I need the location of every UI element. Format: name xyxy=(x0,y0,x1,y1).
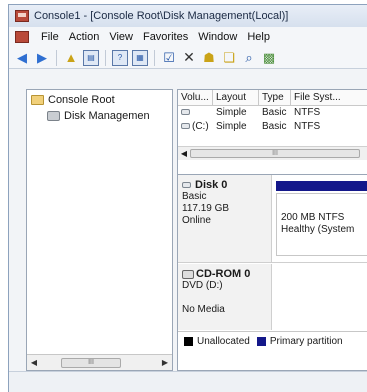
unallocated-swatch xyxy=(184,337,193,346)
legend-primary-partition: Primary partition xyxy=(269,336,343,347)
delete-icon[interactable]: ✕ xyxy=(181,49,197,66)
toolbar-separator xyxy=(105,49,106,66)
partition-system-reserved[interactable]: 200 MB NTFS Healthy (System xyxy=(272,175,367,262)
column-header-type[interactable]: Type xyxy=(259,90,291,105)
disk-name-label: CD-ROM 0 xyxy=(196,268,251,280)
column-header-file-system[interactable]: File Syst... xyxy=(291,90,367,105)
hard-disk-icon xyxy=(182,182,191,188)
cd-drive-icon xyxy=(182,269,194,279)
menu-action[interactable]: Action xyxy=(69,31,100,43)
column-header-volume[interactable]: Volu... xyxy=(178,90,213,105)
content-area: Console Root Disk Managemen ◀ III ▶ Volu… xyxy=(9,89,367,371)
tree-item-console-root[interactable]: Console Root xyxy=(31,92,172,108)
partition-status: Healthy (System xyxy=(281,224,355,235)
menu-file[interactable]: File xyxy=(41,31,59,43)
menu-window[interactable]: Window xyxy=(198,31,237,43)
search-icon[interactable]: ⌕ xyxy=(241,50,257,66)
menu-bar: File Action View Favorites Window Help xyxy=(9,27,367,47)
primary-partition-bar xyxy=(276,181,367,191)
menu-favorites[interactable]: Favorites xyxy=(143,31,188,43)
tree-item-disk-management[interactable]: Disk Managemen xyxy=(47,108,172,124)
partition-size-fs: 200 MB NTFS xyxy=(281,212,345,223)
cdrom-media-area xyxy=(272,264,367,330)
table-row[interactable]: (C:) Simple Basic NTFS xyxy=(178,120,367,134)
disk-management-icon xyxy=(47,111,60,121)
tree-item-label: Disk Managemen xyxy=(64,110,150,122)
disk-name-label: Disk 0 xyxy=(195,179,228,191)
rescan-disks-icon[interactable]: ▩ xyxy=(261,50,277,66)
help-icon[interactable]: ? xyxy=(112,49,128,66)
tree-horizontal-scrollbar[interactable]: ◀ III ▶ xyxy=(27,354,172,370)
properties-icon[interactable]: ▦ xyxy=(132,49,148,66)
scroll-grip: III xyxy=(88,359,94,366)
file-system-cell: NTFS xyxy=(294,107,321,118)
volume-name: (C:) xyxy=(192,121,209,132)
volume-list-horizontal-scrollbar[interactable]: ◀ III xyxy=(178,146,367,160)
scroll-thumb[interactable]: III xyxy=(190,149,360,158)
scroll-thumb[interactable]: III xyxy=(61,357,121,368)
title-bar[interactable]: Console1 - [Console Root\Disk Management… xyxy=(9,5,367,27)
toolbar: ◀ ▶ ▲ ▤ ? ▦ ☑ ✕ ☗ ❏ ⌕ ▩ xyxy=(9,47,367,69)
menu-help[interactable]: Help xyxy=(247,31,270,43)
disk-row-disk-0[interactable]: Disk 0 Basic 117.19 GB Online 200 MB NTF… xyxy=(178,175,367,263)
window-title: Console1 - [Console Root\Disk Management… xyxy=(34,10,289,22)
disk-status: No Media xyxy=(182,304,225,315)
up-folder-icon[interactable]: ▲ xyxy=(63,50,79,66)
table-row[interactable]: Simple Basic NTFS xyxy=(178,106,367,120)
toolbar-separator xyxy=(154,49,155,66)
disk-name: Disk 0 xyxy=(182,179,267,191)
console-tree: Console Root Disk Managemen ◀ III ▶ xyxy=(26,89,173,371)
open-folder-icon[interactable]: ❏ xyxy=(221,50,237,66)
column-header-layout[interactable]: Layout xyxy=(213,90,259,105)
disk-name: CD-ROM 0 xyxy=(182,268,267,280)
status-bar xyxy=(9,371,367,392)
console-menu-icon[interactable] xyxy=(15,31,29,43)
legend-unallocated: Unallocated xyxy=(197,336,250,347)
export-list-icon[interactable]: ☑ xyxy=(161,50,177,66)
volume-cell xyxy=(178,106,213,120)
type-cell: Basic xyxy=(262,121,287,132)
layout-cell: Simple xyxy=(216,107,247,118)
scroll-left-icon[interactable]: ◀ xyxy=(178,149,190,158)
primary-partition-swatch xyxy=(256,337,266,346)
back-arrow-icon[interactable]: ◀ xyxy=(14,50,30,66)
disk-row-cdrom-0[interactable]: CD-ROM 0 DVD (D:) No Media xyxy=(178,264,367,330)
volume-list: Volu... Layout Type File Syst... Simple … xyxy=(178,90,367,162)
volume-cell: (C:) xyxy=(178,120,213,134)
volume-icon xyxy=(181,109,190,116)
disk-type: Basic xyxy=(182,191,207,202)
scroll-right-icon[interactable]: ▶ xyxy=(158,358,172,367)
disk-info-disk-0[interactable]: Disk 0 Basic 117.19 GB Online xyxy=(178,175,272,262)
layout-cell: Simple xyxy=(216,121,247,132)
console-app-icon xyxy=(15,10,29,22)
properties-check-icon[interactable]: ☗ xyxy=(201,50,217,66)
disk-status: Online xyxy=(182,215,211,226)
tree-item-label: Console Root xyxy=(48,94,115,106)
volume-icon xyxy=(181,123,190,130)
menu-view[interactable]: View xyxy=(109,31,133,43)
mmc-window: Console1 - [Console Root\Disk Management… xyxy=(8,4,367,392)
toolbar-separator xyxy=(56,49,57,66)
type-cell: Basic xyxy=(262,107,287,118)
scroll-grip: III xyxy=(272,150,278,157)
volume-list-header: Volu... Layout Type File Syst... xyxy=(178,90,367,106)
disk-graphical-view: Disk 0 Basic 117.19 GB Online 200 MB NTF… xyxy=(178,174,367,351)
disk-size: 117.19 GB xyxy=(182,203,230,214)
disk-type: DVD (D:) xyxy=(182,280,223,291)
show-hide-tree-icon[interactable]: ▤ xyxy=(83,49,99,66)
file-system-cell: NTFS xyxy=(294,121,321,132)
disk-info-cdrom-0[interactable]: CD-ROM 0 DVD (D:) No Media xyxy=(178,264,272,330)
folder-icon xyxy=(31,95,44,105)
details-pane: Volu... Layout Type File Syst... Simple … xyxy=(177,89,367,371)
scroll-left-icon[interactable]: ◀ xyxy=(27,358,41,367)
partition-details: 200 MB NTFS Healthy (System xyxy=(276,193,367,256)
disk-legend: Unallocated Primary partition xyxy=(178,331,367,351)
forward-arrow-icon[interactable]: ▶ xyxy=(34,50,50,66)
